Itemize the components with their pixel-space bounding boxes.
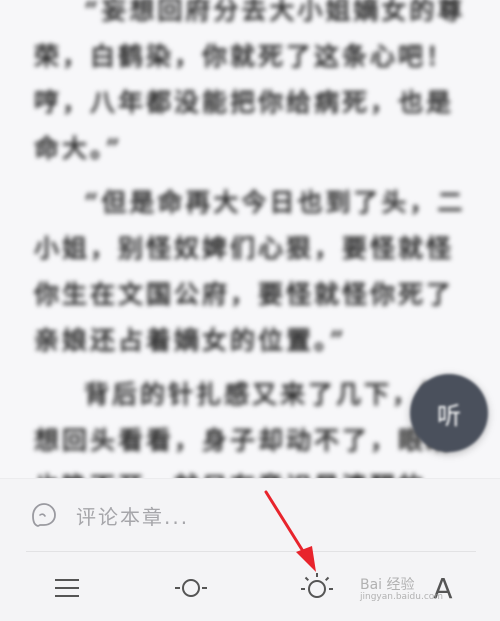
- comment-icon: [32, 503, 56, 527]
- listen-button[interactable]: 听: [410, 374, 488, 452]
- brightness-down-button[interactable]: [166, 563, 216, 613]
- menu-icon: [55, 579, 79, 597]
- reader-content[interactable]: “妄想回府分去大小姐嫡女的尊荣，白鹤染，你就死了这条心吧！哼，八年都没能把你给病…: [0, 0, 500, 478]
- chapter-text: “妄想回府分去大小姐嫡女的尊荣，白鹤染，你就死了这条心吧！哼，八年都没能把你给病…: [34, 0, 474, 478]
- paragraph-3: 背后的针扎感又来了几下，她想回头看看，身子却动不了，眼睛也睁不开，就只有意识是清…: [34, 380, 455, 478]
- paragraph-1: “妄想回府分去大小姐嫡女的尊荣，白鹤染，你就死了这条心吧！哼，八年都没能把你给病…: [34, 0, 466, 163]
- watermark-url: jingyan.baidu.com: [360, 592, 444, 602]
- comment-input[interactable]: 评论本章...: [76, 501, 189, 530]
- sun-icon: [301, 573, 333, 598]
- watermark-brand: Bai 经验: [360, 577, 415, 593]
- brightness-low-icon: [175, 579, 207, 597]
- listen-label: 听: [437, 401, 461, 430]
- menu-button[interactable]: [42, 563, 92, 613]
- brightness-up-button[interactable]: [292, 563, 342, 613]
- watermark: Bai 经验 jingyan.baidu.com: [360, 574, 443, 602]
- paragraph-2: “但是命再大今日也到了头，二小姐，别怪奴婢们心狠，要怪就怪你生在文国公府，要怪就…: [34, 188, 466, 355]
- comment-bar[interactable]: 评论本章...: [26, 479, 476, 552]
